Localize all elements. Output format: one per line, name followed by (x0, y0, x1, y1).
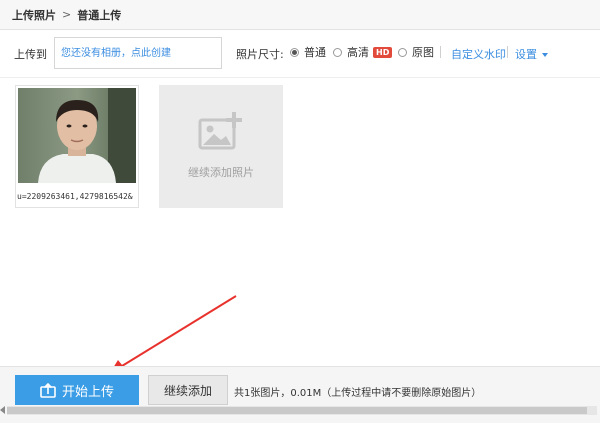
continue-add-button[interactable]: 继续添加 (148, 375, 228, 405)
hd-badge: HD (373, 46, 393, 58)
size-option-normal[interactable]: 普通 (290, 44, 326, 60)
album-select-input[interactable] (54, 37, 222, 69)
settings-link[interactable]: 设置 (515, 46, 548, 62)
chevron-down-icon (542, 53, 548, 57)
size-option-label: 高清 (347, 46, 369, 59)
size-option-hd[interactable]: 高清 HD (333, 44, 393, 60)
custom-watermark-link[interactable]: 自定义水印 (451, 46, 506, 62)
scrollbar-thumb[interactable] (7, 407, 587, 414)
size-option-original[interactable]: 原图 (398, 44, 434, 60)
photo-size-label: 照片尺寸: (236, 48, 284, 61)
upload-icon (40, 382, 56, 398)
breadcrumb-separator: > (62, 8, 72, 21)
divider (440, 46, 441, 58)
radio-checked-icon (290, 47, 299, 57)
upload-summary: 共1张图片，0.01M（上传过程中请不要删除原始图片） (234, 388, 482, 399)
photo-filename: u=2209263461,4279816542& (17, 192, 133, 201)
upload-to-label: 上传到 (14, 48, 47, 61)
settings-link-label: 设置 (515, 48, 537, 61)
add-more-photos-tile[interactable]: 继续添加照片 (159, 85, 283, 208)
size-option-label: 普通 (304, 46, 326, 59)
divider (507, 46, 508, 58)
photo-card[interactable]: u=2209263461,4279816542& (15, 85, 139, 208)
radio-unchecked-icon (398, 47, 407, 57)
size-option-label: 原图 (412, 46, 434, 59)
horizontal-scrollbar[interactable] (7, 406, 597, 415)
start-upload-button[interactable]: 开始上传 (15, 375, 139, 405)
upload-toolbar: 上传到 照片尺寸: 普通 高清 HD 原图 自定义水印 设置 (0, 30, 600, 78)
scroll-left-icon[interactable] (0, 406, 5, 414)
start-upload-label: 开始上传 (61, 384, 114, 400)
radio-unchecked-icon (333, 47, 342, 57)
add-photo-icon (198, 112, 242, 150)
breadcrumb-current: 普通上传 (77, 8, 122, 22)
breadcrumb-root[interactable]: 上传照片 (12, 7, 56, 23)
add-more-label: 继续添加照片 (188, 166, 254, 179)
breadcrumb: 上传照片 > 普通上传 (0, 0, 600, 30)
photo-thumbnail (18, 88, 136, 183)
